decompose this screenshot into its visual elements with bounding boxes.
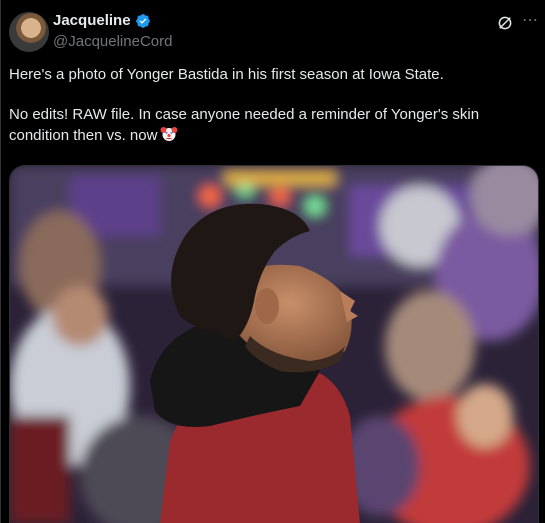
- photo-basketball-player: [10, 166, 538, 523]
- verified-badge-icon: [135, 13, 150, 28]
- avatar[interactable]: [9, 12, 49, 52]
- author-row: Jacqueline: [53, 12, 151, 29]
- post-text: Here's a photo of Yonger Bastida in his …: [9, 65, 529, 146]
- more-options-icon[interactable]: ⋯: [522, 12, 539, 30]
- clown-face-icon: [160, 127, 178, 141]
- post-text-line1: Here's a photo of Yonger Bastida in his …: [9, 66, 444, 83]
- author-name[interactable]: Jacqueline: [53, 12, 131, 29]
- post[interactable]: Jacqueline @JacquelineCord ⋯ Here's a ph…: [0, 0, 545, 523]
- post-text-line2: No edits! RAW file. In case anyone neede…: [9, 106, 484, 144]
- grok-icon[interactable]: [496, 14, 514, 32]
- author-handle[interactable]: @JacquelineCord: [53, 33, 172, 50]
- post-image[interactable]: [9, 165, 539, 523]
